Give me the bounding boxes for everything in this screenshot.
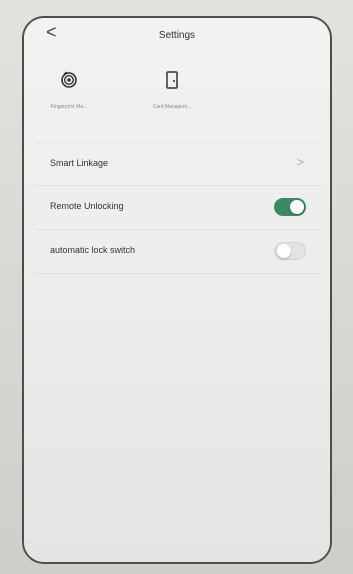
settings-list: Smart Linkage > Remote Unlocking automat… <box>24 142 330 274</box>
nav-bar: < Settings <box>24 18 330 58</box>
door-card-icon <box>166 71 178 89</box>
setting-row-auto-lock: automatic lock switch <box>34 230 320 274</box>
quick-action-card[interactable]: Card Managem... <box>137 70 207 110</box>
setting-row-remote-unlocking: Remote Unlocking <box>34 186 320 230</box>
setting-row-smart-linkage[interactable]: Smart Linkage > <box>34 142 320 186</box>
quick-action-label: Card Managem... <box>152 104 192 110</box>
toggle-knob <box>290 200 304 214</box>
automatic-lock-toggle[interactable] <box>274 242 306 260</box>
setting-label: automatic lock switch <box>50 245 136 255</box>
chevron-right-icon: > <box>296 155 304 169</box>
page-title: Settings <box>158 30 196 41</box>
quick-action-label: Fingerprint Ma... <box>50 104 88 110</box>
fingerprint-icon <box>61 71 77 88</box>
settings-screen: < Settings Fingerprint Ma... Card Manage… <box>24 18 330 562</box>
setting-label: Remote Unlocking <box>50 201 124 211</box>
remote-unlocking-toggle[interactable] <box>274 198 306 216</box>
toggle-knob <box>277 244 291 258</box>
quick-actions: Fingerprint Ma... Card Managem... <box>34 70 234 130</box>
setting-label: Smart Linkage <box>50 158 109 168</box>
phone-frame: < Settings Fingerprint Ma... Card Manage… <box>22 16 332 564</box>
quick-action-fingerprint[interactable]: Fingerprint Ma... <box>34 70 104 110</box>
